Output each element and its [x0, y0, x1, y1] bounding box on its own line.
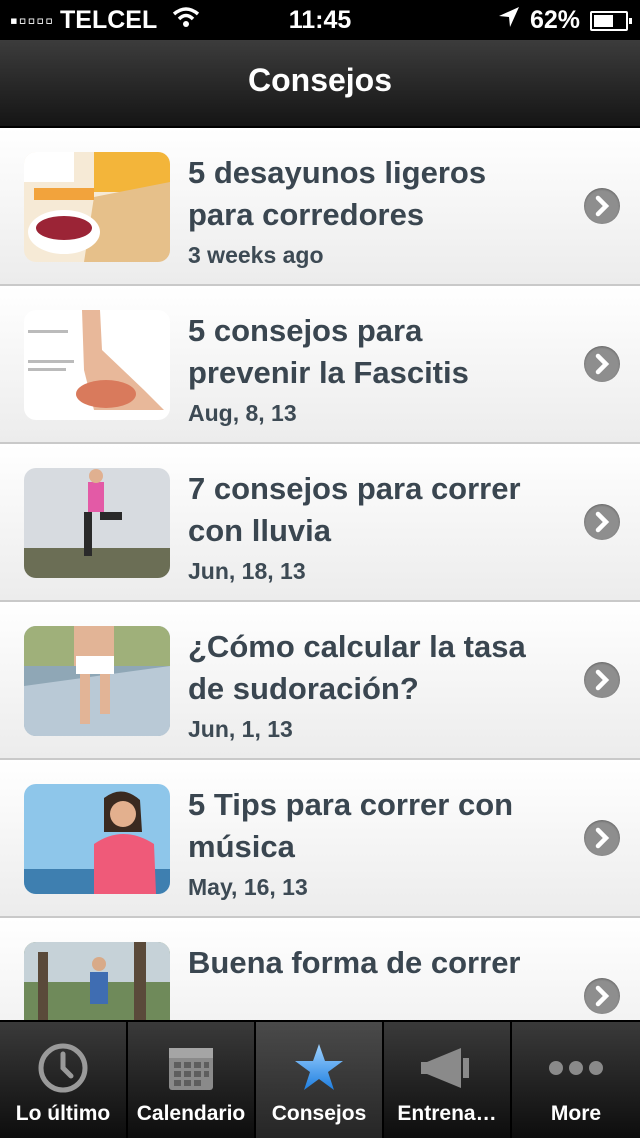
tab-label: Lo último	[15, 1102, 111, 1125]
list-item[interactable]: 5 desayunos ligeros para corredores 3 we…	[0, 128, 640, 286]
article-thumbnail	[24, 942, 170, 1020]
battery-icon	[590, 10, 632, 31]
calendar-icon	[128, 1040, 254, 1096]
status-bar: ▪▫▫▫▫ TELCEL 11:45 62%	[0, 0, 640, 40]
article-thumbnail	[24, 152, 170, 262]
article-title: 7 consejos para correr con lluvia	[188, 471, 521, 548]
article-date: Aug, 8, 13	[188, 400, 297, 426]
list-item[interactable]: 5 consejos para prevenir la Fascitis Aug…	[0, 286, 640, 444]
article-title: Buena forma de correr	[188, 945, 521, 980]
tab-lo-ultimo[interactable]: Lo último	[0, 1022, 128, 1138]
article-thumbnail	[24, 468, 170, 578]
tab-consejos[interactable]: Consejos	[256, 1022, 384, 1138]
chevron-right-icon[interactable]	[584, 188, 620, 224]
list-item[interactable]: Buena forma de correr	[0, 918, 640, 1020]
article-date: 3 weeks ago	[188, 242, 324, 268]
location-arrow-icon	[498, 6, 520, 35]
megaphone-icon	[384, 1040, 510, 1096]
article-title: 5 desayunos ligeros para corredores	[188, 155, 487, 232]
article-date: Jun, 1, 13	[188, 716, 293, 742]
article-title: 5 Tips para correr con música	[188, 787, 514, 864]
chevron-right-icon[interactable]	[584, 346, 620, 382]
tab-entrena[interactable]: Entrena…	[384, 1022, 512, 1138]
tab-label: Entrena…	[397, 1102, 497, 1125]
chevron-right-icon[interactable]	[584, 820, 620, 856]
article-title: 5 consejos para prevenir la Fascitis	[188, 313, 469, 390]
tab-bar: Lo último Calendario Consejos Entrena… M…	[0, 1020, 640, 1138]
article-date: May, 16, 13	[188, 874, 308, 900]
tab-more[interactable]: More	[512, 1022, 640, 1138]
clock-icon	[0, 1040, 126, 1096]
article-thumbnail	[24, 784, 170, 894]
chevron-right-icon[interactable]	[584, 662, 620, 698]
navigation-bar: Consejos	[0, 40, 640, 128]
list-item[interactable]: 5 Tips para correr con música May, 16, 1…	[0, 760, 640, 918]
tab-label: Calendario	[136, 1102, 246, 1125]
more-icon	[512, 1040, 640, 1096]
article-list[interactable]: 5 desayunos ligeros para corredores 3 we…	[0, 128, 640, 1020]
chevron-right-icon[interactable]	[584, 978, 620, 1014]
page-title: Consejos	[247, 62, 393, 98]
article-thumbnail	[24, 626, 170, 736]
article-date: Jun, 18, 13	[188, 558, 306, 584]
article-title: ¿Cómo calcular la tasa de sudoración?	[188, 629, 526, 706]
battery-percent: 62%	[529, 6, 580, 34]
list-item[interactable]: ¿Cómo calcular la tasa de sudoración? Ju…	[0, 602, 640, 760]
tab-label: More	[550, 1102, 602, 1125]
article-thumbnail	[24, 310, 170, 420]
tab-label: Consejos	[271, 1102, 367, 1125]
tab-calendario[interactable]: Calendario	[128, 1022, 256, 1138]
list-item[interactable]: 7 consejos para correr con lluvia Jun, 1…	[0, 444, 640, 602]
star-icon	[256, 1040, 382, 1096]
chevron-right-icon[interactable]	[584, 504, 620, 540]
